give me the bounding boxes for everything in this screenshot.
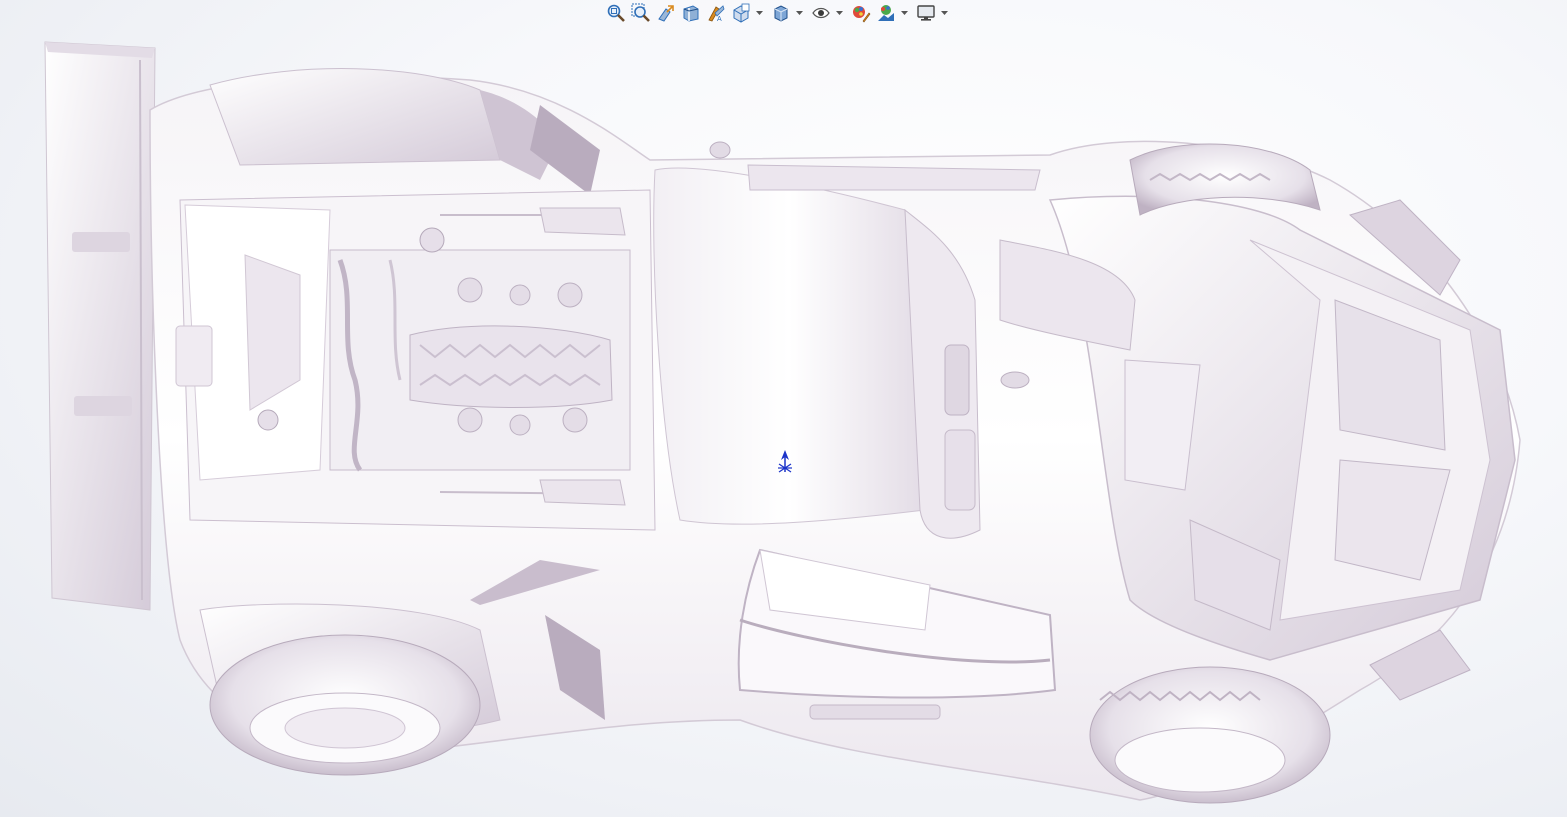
view-orientation-icon[interactable] (729, 1, 753, 25)
svg-text:A: A (717, 16, 722, 23)
display-style-icon[interactable] (769, 1, 793, 25)
hide-show-items-icon[interactable] (809, 1, 833, 25)
display-style-menu-chevron-down-icon[interactable] (794, 1, 804, 25)
car-model[interactable] (0, 0, 1567, 817)
engine-bay[interactable] (175, 189, 656, 531)
hide-show-items-menu-chevron-down-icon[interactable] (834, 1, 844, 25)
dynamic-annotation-view-icon[interactable]: A (704, 1, 728, 25)
view-orientation-menu-chevron-down-icon[interactable] (754, 1, 764, 25)
zoom-to-fit-icon[interactable] (604, 1, 628, 25)
front-wheel[interactable] (1089, 666, 1331, 804)
rear-wheel[interactable] (209, 634, 481, 776)
previous-view-icon[interactable] (654, 1, 678, 25)
apply-scene-icon[interactable] (874, 1, 898, 25)
view-settings-menu-chevron-down-icon[interactable] (939, 1, 949, 25)
heads-up-view-toolbar: A (604, 0, 953, 26)
view-settings-icon[interactable] (914, 1, 938, 25)
zoom-to-area-icon[interactable] (629, 1, 653, 25)
apply-scene-menu-chevron-down-icon[interactable] (899, 1, 909, 25)
edit-appearance-icon[interactable] (849, 1, 873, 25)
origin-triad-icon (773, 448, 797, 476)
graphics-area[interactable] (0, 0, 1567, 817)
rear-wing[interactable] (44, 41, 156, 611)
section-view-icon[interactable] (679, 1, 703, 25)
